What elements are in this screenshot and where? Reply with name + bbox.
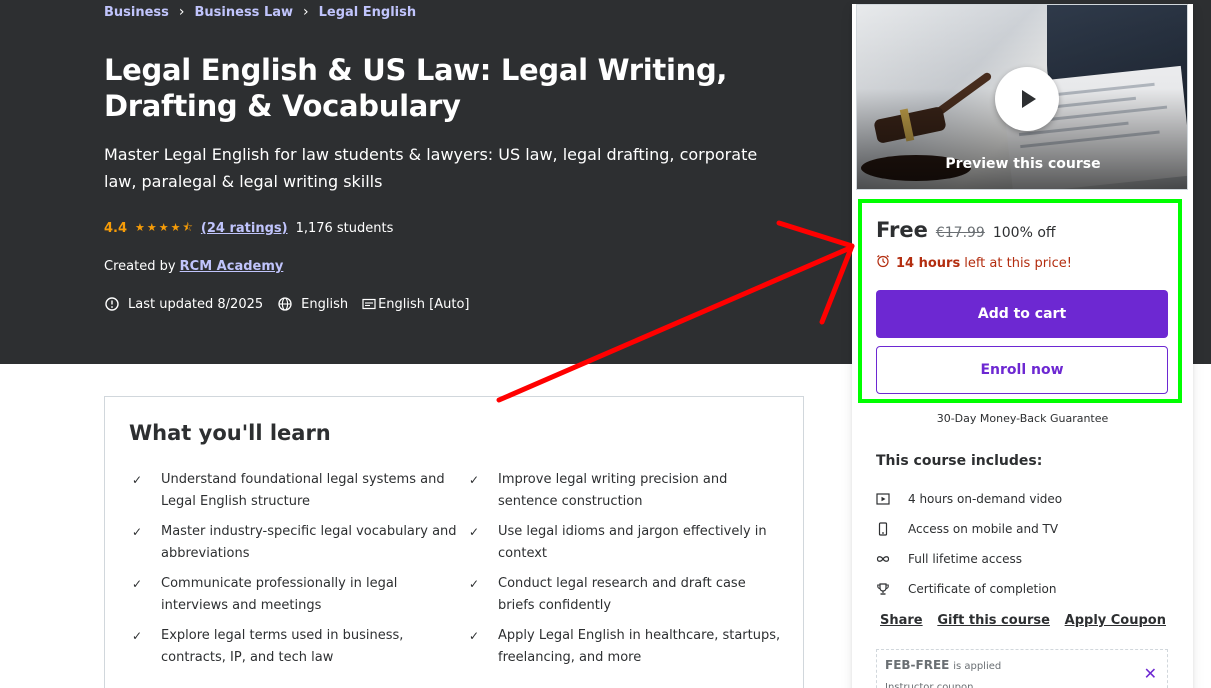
infinity-icon [876, 552, 908, 566]
play-icon[interactable] [995, 67, 1059, 131]
ratings-link[interactable]: (24 ratings) [201, 221, 288, 236]
learn-item: ✓ Apply Legal English in healthcare, star… [466, 625, 786, 669]
what-you-learn-title: What you'll learn [129, 421, 331, 445]
last-updated: Last updated 8/2025 [104, 296, 263, 312]
breadcrumb-legal-english[interactable]: Legal English [319, 5, 417, 20]
include-item: Certificate of completion [876, 574, 1062, 604]
video-icon [876, 492, 908, 506]
learn-item: ✓ Use legal idioms and jargon effectively… [466, 521, 786, 565]
money-back-guarantee: 30-Day Money-Back Guarantee [936, 412, 1109, 425]
star-rating-icon: ★★★★⯪ [135, 221, 195, 234]
last-updated-text: Last updated 8/2025 [128, 296, 264, 312]
language: English [277, 296, 348, 312]
breadcrumb: Business › Business Law › Legal English [104, 4, 416, 20]
add-to-cart-button[interactable]: Add to cart [876, 290, 1168, 338]
check-icon: ✓ [132, 473, 143, 487]
chevron-right-icon: › [178, 4, 185, 20]
discount-percent: 100% off [992, 225, 1056, 241]
learn-item: ✓ Communicate professionally in legal int… [129, 573, 466, 617]
captions-icon [362, 296, 376, 312]
rating-row: 4.4 ★★★★⯪ (24 ratings) 1,176 students [104, 219, 393, 238]
learn-item: ✓ Master industry-specific legal vocabula… [129, 521, 466, 565]
learn-list: ✓ Understand foundational legal systems a… [129, 469, 789, 669]
price-row: Free €17.99 100% off [876, 218, 1056, 242]
check-icon: ✓ [132, 629, 143, 643]
includes-list: 4 hours on-demand video Access on mobile… [876, 484, 1062, 604]
chevron-right-icon: › [303, 4, 309, 20]
trophy-icon [876, 582, 908, 596]
what-you-learn-box: What you'll learn ✓ Understand foundation… [104, 396, 804, 688]
enroll-now-button[interactable]: Enroll now [876, 346, 1168, 394]
language-text: English [301, 296, 349, 312]
check-icon: ✓ [132, 577, 143, 591]
check-icon: ✓ [132, 525, 143, 539]
applied-coupon: FEB-FREE is applied Instructor coupon ✕ [876, 649, 1168, 688]
course-preview-video[interactable]: Preview this course [856, 4, 1188, 190]
include-item: 4 hours on-demand video [876, 484, 1062, 514]
breadcrumb-business[interactable]: Business [104, 5, 169, 20]
learn-item: ✓ Understand foundational legal systems a… [129, 469, 466, 513]
created-by-label: Created by [104, 259, 176, 274]
apply-coupon-link[interactable]: Apply Coupon [1065, 613, 1166, 628]
gift-course-link[interactable]: Gift this course [937, 613, 1050, 628]
instructor-link[interactable]: RCM Academy [180, 259, 284, 274]
course-meta: Last updated 8/2025 English English [Aut… [104, 296, 484, 312]
course-title: Legal English & US Law: Legal Writing, D… [104, 53, 728, 123]
purchase-sidebar: Preview this course Free €17.99 100% off… [852, 4, 1193, 688]
globe-icon [277, 296, 293, 312]
learn-item: ✓ Improve legal writing precision and sen… [466, 469, 786, 513]
include-item: Full lifetime access [876, 544, 1062, 574]
original-price: €17.99 [935, 225, 985, 241]
alarm-clock-icon [876, 254, 890, 272]
timer-suffix: left at this price! [964, 255, 1073, 271]
learn-item: ✓ Conduct legal research and draft case b… [466, 573, 786, 617]
rating-value: 4.4 [104, 221, 128, 236]
captions: English [Auto] [362, 296, 470, 312]
current-price: Free [876, 218, 928, 242]
price-timer: 14 hours left at this price! [876, 254, 1072, 272]
coupon-type: Instructor coupon [885, 682, 974, 688]
check-icon: ✓ [469, 473, 480, 487]
coupon-code-value: FEB-FREE [885, 658, 950, 672]
created-by: Created by RCM Academy [104, 259, 283, 274]
include-item: Access on mobile and TV [876, 514, 1062, 544]
timer-hours: 14 hours [896, 255, 961, 271]
share-link[interactable]: Share [880, 613, 923, 628]
course-subtitle: Master Legal English for law students & … [104, 145, 758, 191]
check-icon: ✓ [469, 629, 480, 643]
sidebar-links: Share Gift this course Apply Coupon [880, 613, 1166, 628]
close-icon[interactable]: ✕ [1144, 664, 1157, 683]
check-icon: ✓ [469, 577, 480, 591]
alert-clock-icon [104, 296, 120, 312]
breadcrumb-business-law[interactable]: Business Law [195, 5, 294, 20]
includes-title: This course includes: [876, 453, 1043, 469]
captions-text: English [Auto] [378, 296, 470, 312]
mobile-icon [876, 522, 908, 536]
coupon-status: is applied [953, 661, 1002, 672]
learn-item: ✓ Explore legal terms used in business, c… [129, 625, 466, 669]
check-icon: ✓ [469, 525, 480, 539]
coupon-code: FEB-FREE is applied [885, 658, 1001, 672]
preview-label: Preview this course [945, 156, 1101, 172]
students-count: 1,176 students [295, 221, 394, 236]
